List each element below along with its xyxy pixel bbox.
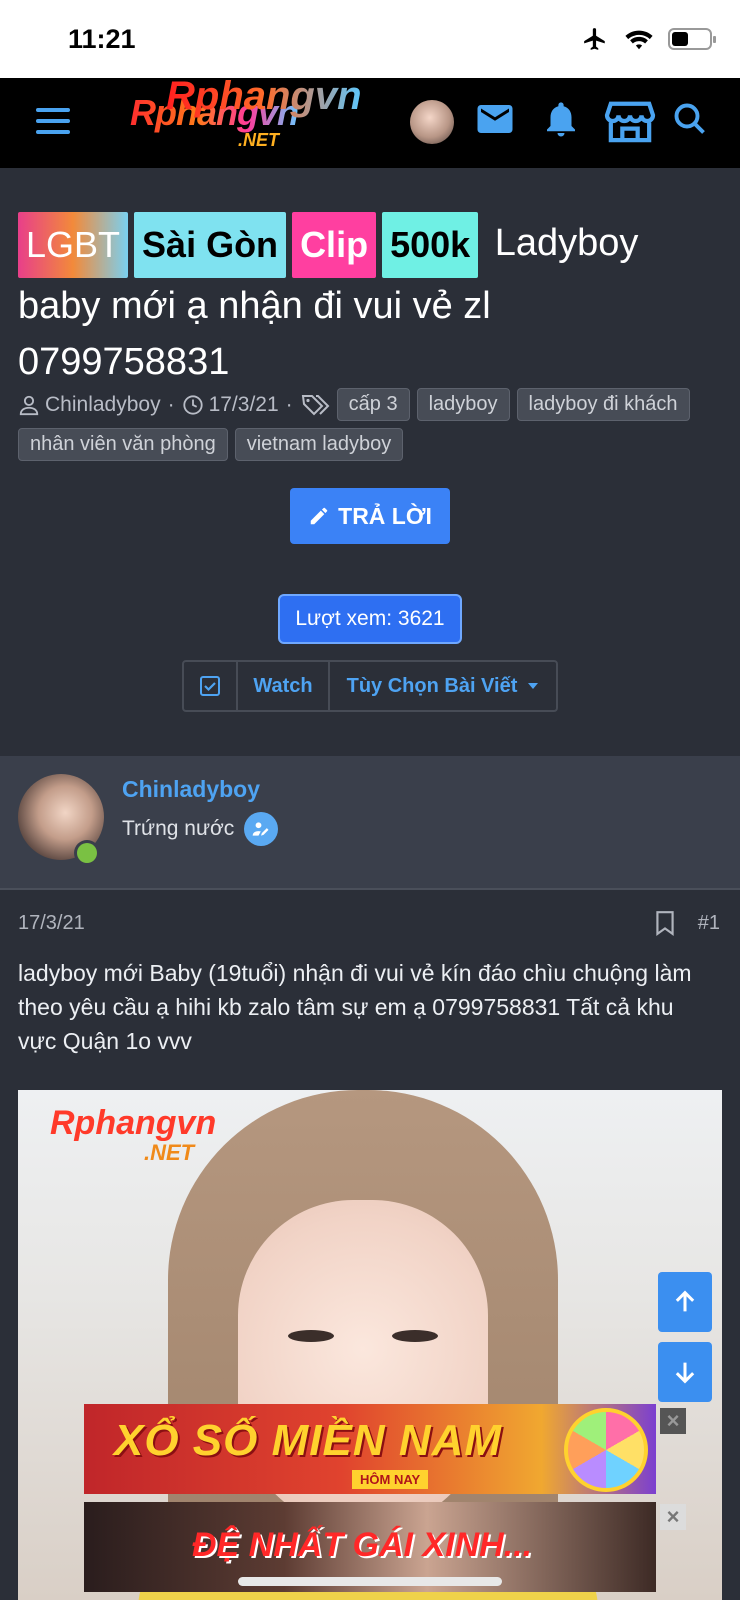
prefix-saigon[interactable]: Sài Gòn — [134, 212, 287, 278]
tag-item[interactable]: ladyboy — [416, 388, 510, 421]
close-icon[interactable]: × — [660, 1504, 686, 1530]
rank-text: Trứng nước — [122, 817, 235, 840]
home-indicator[interactable] — [238, 1577, 502, 1586]
ad-text: XỔ SỐ MIỀN NAM — [114, 1416, 503, 1465]
ad-banner-lottery[interactable]: XỔ SỐ MIỀN NAM HÔM NAY — [84, 1404, 656, 1494]
post-controls: #1 — [654, 910, 720, 936]
options-label: Tùy Chọn Bài Viết — [346, 674, 518, 697]
reply-label: TRẢ LỜI — [338, 502, 432, 529]
close-icon[interactable]: × — [660, 1408, 686, 1434]
tag-item[interactable]: vietnam ladyboy — [234, 428, 404, 461]
author-username[interactable]: Chinladyboy — [122, 776, 260, 803]
date-text: 17/3/21 — [208, 392, 279, 416]
logo-suffix: .NET — [238, 130, 280, 150]
logo-text-top: Rphangvn — [166, 74, 362, 118]
thread-date[interactable]: 17/3/21 — [182, 393, 279, 417]
status-bar: 11:21 — [0, 0, 740, 78]
checkbox-icon — [200, 676, 220, 696]
bell-icon[interactable] — [540, 98, 582, 140]
airplane-icon — [584, 28, 605, 50]
mail-icon[interactable] — [474, 98, 516, 140]
thread-title: LGBT Sài Gòn Clip 500k Ladyboy baby mới ạ n… — [18, 212, 708, 390]
site-logo[interactable]: Rphangvn Rphangvn .NET — [130, 74, 362, 150]
thread-author[interactable]: Chinladyboy — [18, 393, 161, 417]
reply-button[interactable]: TRẢ LỜI — [290, 488, 450, 544]
caret-down-icon — [528, 683, 539, 689]
tags-icon — [301, 394, 330, 415]
clock-icon — [182, 394, 203, 415]
image-watermark-suffix: .NET — [144, 1140, 195, 1165]
prefix-clip[interactable]: Clip — [292, 212, 377, 278]
search-icon[interactable] — [672, 98, 708, 140]
image-eye — [392, 1330, 438, 1342]
prefix-lgbt[interactable]: LGBT — [18, 212, 129, 278]
status-time: 11:21 — [68, 24, 136, 54]
online-indicator — [74, 840, 100, 866]
ad-text: ĐỆ NHẤT GÁI XINH... — [192, 1526, 533, 1564]
thread-header: LGBT Sài Gòn Clip 500k Ladyboy baby mới ạ n… — [0, 168, 740, 756]
watch-button[interactable]: Watch — [238, 662, 330, 710]
meta-separator: · — [167, 392, 175, 416]
tag-item[interactable]: cấp 3 — [336, 388, 410, 421]
arrow-down-icon — [675, 1362, 695, 1384]
scroll-top-button[interactable] — [658, 1272, 712, 1332]
image-watermark: Rphangvn — [50, 1104, 217, 1142]
post-body: ladyboy mới Baby (19tuổi) nhận đi vui vẻ… — [18, 960, 692, 1054]
user-icon — [19, 395, 39, 415]
menu-icon[interactable] — [36, 108, 70, 134]
post-date[interactable]: 17/3/21 — [18, 912, 85, 935]
post-author-block: Chinladyboy Trứng nước — [0, 756, 740, 890]
post-number[interactable]: #1 — [698, 912, 720, 935]
rank-badge-icon — [244, 812, 279, 846]
site-header: Rphangvn Rphangvn .NET — [0, 74, 740, 168]
prize-wheel-icon — [564, 1408, 648, 1492]
author-name: Chinladyboy — [45, 392, 161, 416]
tag-item[interactable]: nhân viên văn phòng — [18, 428, 228, 461]
thread-actions: Watch Tùy Chọn Bài Viết — [182, 660, 558, 712]
view-count: Lượt xem: 3621 — [278, 594, 462, 644]
post-options-dropdown[interactable]: Tùy Chọn Bài Viết — [330, 662, 556, 710]
thread-meta: Chinladyboy · 17/3/21 · cấp 3 ladyboy la… — [18, 388, 718, 461]
image-eye — [288, 1330, 334, 1342]
author-rank: Trứng nước — [122, 812, 279, 846]
store-icon[interactable] — [604, 98, 656, 144]
meta-separator: · — [285, 392, 293, 416]
scroll-bottom-button[interactable] — [658, 1342, 712, 1402]
ad-subtext: HÔM NAY — [352, 1470, 429, 1489]
status-icons — [580, 26, 716, 52]
select-checkbox[interactable] — [184, 662, 238, 710]
arrow-up-icon — [675, 1290, 695, 1312]
pencil-icon — [310, 507, 328, 525]
bookmark-icon[interactable] — [654, 910, 676, 936]
battery-icon — [668, 28, 716, 50]
wifi-icon — [625, 30, 653, 50]
account-avatar[interactable] — [410, 100, 454, 144]
prefix-500k[interactable]: 500k — [382, 212, 479, 278]
tag-item[interactable]: ladyboy đi khách — [516, 388, 690, 421]
